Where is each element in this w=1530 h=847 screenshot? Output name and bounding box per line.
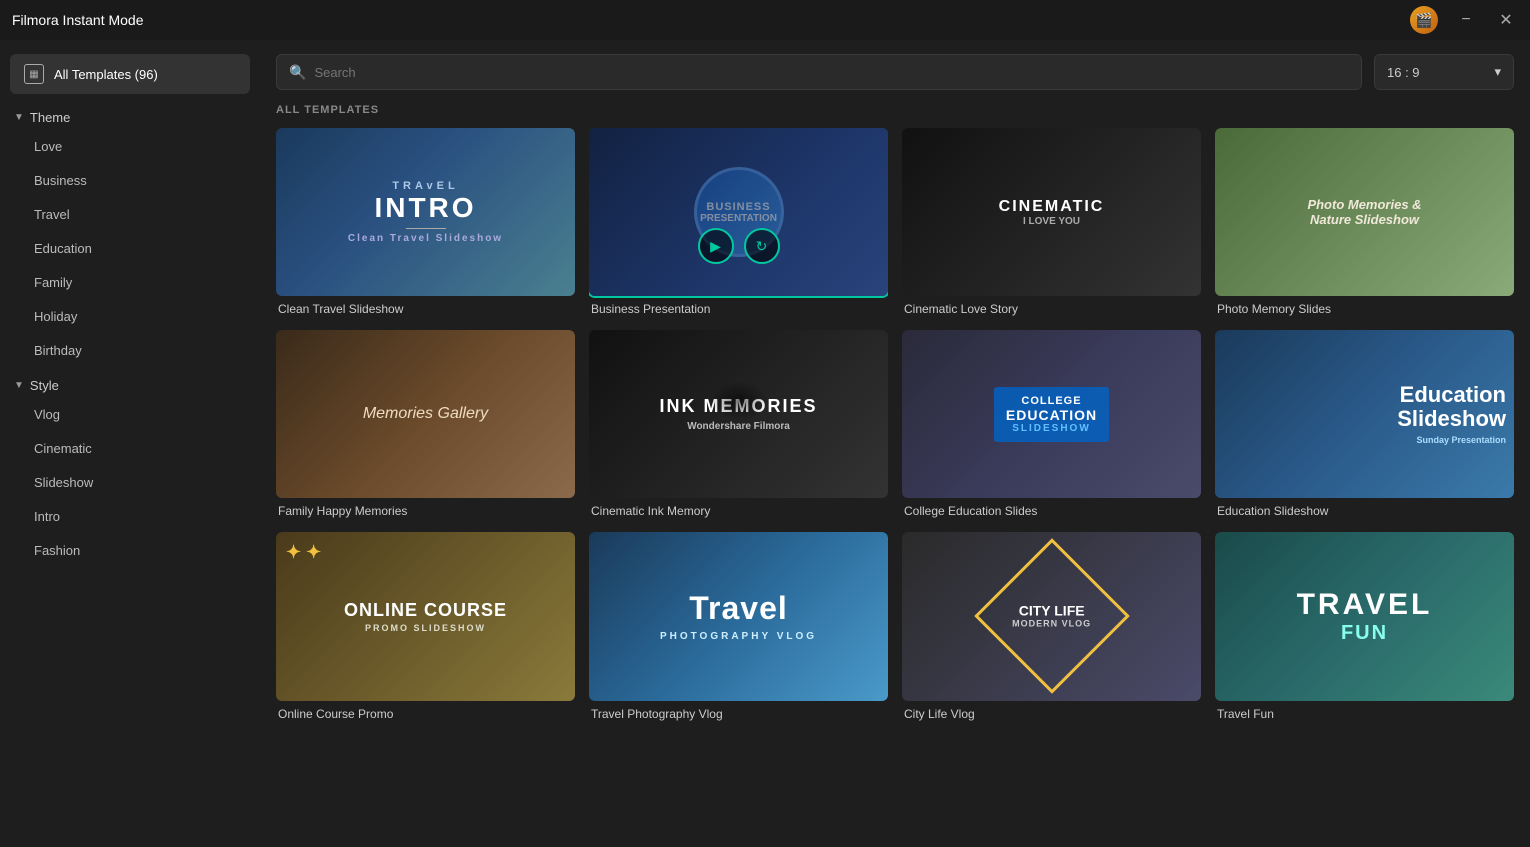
templates-icon: ▦ xyxy=(24,64,44,84)
theme-section-label: Theme xyxy=(30,110,70,125)
card-actions: ▶ ↻ xyxy=(698,228,780,264)
all-templates-button[interactable]: ▦ All Templates (96) xyxy=(10,54,250,94)
template-card-city-life[interactable]: CITY LIFE MODERN VLOG City Life Vlog xyxy=(902,532,1201,720)
template-card-online-course[interactable]: ✦ ✦ ONLINE COURSE PROMO SLIDESHOW Online… xyxy=(276,532,575,720)
sidebar: ▦ All Templates (96) ▼ Theme Love Busine… xyxy=(0,40,260,847)
sidebar-item-fashion[interactable]: Fashion xyxy=(6,534,254,567)
template-card-photo-memory[interactable]: Photo Memories &Nature Slideshow Photo M… xyxy=(1215,128,1514,316)
template-name-online-course: Online Course Promo xyxy=(276,707,575,721)
style-section-label: Style xyxy=(30,378,59,393)
app-title: Filmora Instant Mode xyxy=(12,12,144,28)
dropdown-chevron-icon: ▾ xyxy=(1494,64,1501,80)
filmora-icon: 🎬 xyxy=(1410,6,1438,34)
template-name-travel-photo: Travel Photography Vlog xyxy=(589,707,888,721)
thumbnail-city-life: CITY LIFE MODERN VLOG xyxy=(902,532,1201,700)
content-area: 🔍 16 : 9 ▾ ALL TEMPLATES TRAvEL INTRO xyxy=(260,40,1530,847)
search-bar[interactable]: 🔍 xyxy=(276,54,1362,90)
template-card-travel-fun[interactable]: TRAVEL FUN Travel Fun xyxy=(1215,532,1514,720)
template-card-edu-slideshow[interactable]: EducationSlideshow Sunday Presentation E… xyxy=(1215,330,1514,518)
template-name-photo-memory: Photo Memory Slides xyxy=(1215,302,1514,316)
template-name-family-happy: Family Happy Memories xyxy=(276,504,575,518)
thumbnail-travel-photo: Travel PHOTOGRAPHY VLOG xyxy=(589,532,888,700)
use-template-button[interactable]: ↻ xyxy=(744,228,780,264)
thumbnail-college-edu: COLLEGE EDUCATION SLIDESHOW xyxy=(902,330,1201,498)
window-controls: 🎬 − ✕ xyxy=(1410,0,1518,40)
search-icon: 🔍 xyxy=(289,64,306,81)
template-card-college-edu[interactable]: COLLEGE EDUCATION SLIDESHOW College Educ… xyxy=(902,330,1201,518)
sidebar-item-travel[interactable]: Travel xyxy=(6,198,254,231)
sidebar-item-vlog[interactable]: Vlog xyxy=(6,398,254,431)
style-arrow-icon: ▼ xyxy=(14,380,24,391)
thumbnail-clean-travel: TRAvEL INTRO Clean Travel Slideshow xyxy=(276,128,575,296)
template-name-city-life: City Life Vlog xyxy=(902,707,1201,721)
diamond-decoration: CITY LIFE MODERN VLOG xyxy=(974,539,1130,695)
thumbnail-travel-fun: TRAVEL FUN xyxy=(1215,532,1514,700)
aspect-ratio-value: 16 : 9 xyxy=(1387,65,1420,80)
titlebar: Filmora Instant Mode 🎬 − ✕ xyxy=(0,0,1530,40)
aspect-ratio-dropdown[interactable]: 16 : 9 ▾ xyxy=(1374,54,1514,90)
template-card-family-happy[interactable]: Memories Gallery Family Happy Memories xyxy=(276,330,575,518)
minimize-button[interactable]: − xyxy=(1454,8,1478,32)
template-name-college-edu: College Education Slides xyxy=(902,504,1201,518)
play-button[interactable]: ▶ xyxy=(698,228,734,264)
thumbnail-photo-memory: Photo Memories &Nature Slideshow xyxy=(1215,128,1514,296)
template-grid: TRAvEL INTRO Clean Travel Slideshow Clea… xyxy=(276,128,1514,721)
thumbnail-ink-memory: INK MEMORIES Wondershare Filmora xyxy=(589,330,888,498)
template-card-cinematic-love[interactable]: CINEMATIC I LOVE YOU Cinematic Love Stor… xyxy=(902,128,1201,316)
sidebar-item-business[interactable]: Business xyxy=(6,164,254,197)
template-name-edu-slideshow: Education Slideshow xyxy=(1215,504,1514,518)
all-templates-label: All Templates (96) xyxy=(54,67,158,82)
section-label: ALL TEMPLATES xyxy=(276,104,1514,116)
search-input[interactable] xyxy=(314,65,1349,80)
thumbnail-online-course: ✦ ✦ ONLINE COURSE PROMO SLIDESHOW xyxy=(276,532,575,700)
template-card-clean-travel[interactable]: TRAvEL INTRO Clean Travel Slideshow Clea… xyxy=(276,128,575,316)
thumbnail-edu-slideshow: EducationSlideshow Sunday Presentation xyxy=(1215,330,1514,498)
content-header: 🔍 16 : 9 ▾ xyxy=(276,54,1514,90)
template-card-business[interactable]: BUSINESS PRESENTATION ▶ ↻ Business Prese… xyxy=(589,128,888,316)
thumbnail-family-happy: Memories Gallery xyxy=(276,330,575,498)
sidebar-item-love[interactable]: Love xyxy=(6,130,254,163)
close-button[interactable]: ✕ xyxy=(1494,8,1518,32)
main-layout: ▦ All Templates (96) ▼ Theme Love Busine… xyxy=(0,40,1530,847)
thumbnail-cinematic-love: CINEMATIC I LOVE YOU xyxy=(902,128,1201,296)
sidebar-item-family[interactable]: Family xyxy=(6,266,254,299)
theme-section-header[interactable]: ▼ Theme xyxy=(0,100,260,129)
sidebar-item-cinematic[interactable]: Cinematic xyxy=(6,432,254,465)
template-card-ink-memory[interactable]: INK MEMORIES Wondershare Filmora Cinemat… xyxy=(589,330,888,518)
template-card-travel-photo[interactable]: Travel PHOTOGRAPHY VLOG Travel Photograp… xyxy=(589,532,888,720)
theme-arrow-icon: ▼ xyxy=(14,112,24,123)
template-name-clean-travel: Clean Travel Slideshow xyxy=(276,302,575,316)
template-name-travel-fun: Travel Fun xyxy=(1215,707,1514,721)
template-name-business: Business Presentation xyxy=(589,302,888,316)
sidebar-item-holiday[interactable]: Holiday xyxy=(6,300,254,333)
sidebar-item-intro[interactable]: Intro xyxy=(6,500,254,533)
template-name-ink-memory: Cinematic Ink Memory xyxy=(589,504,888,518)
sidebar-item-education[interactable]: Education xyxy=(6,232,254,265)
sidebar-item-slideshow[interactable]: Slideshow xyxy=(6,466,254,499)
sidebar-item-birthday[interactable]: Birthday xyxy=(6,334,254,367)
thumbnail-business: BUSINESS PRESENTATION ▶ ↻ xyxy=(589,128,888,296)
template-name-cinematic-love: Cinematic Love Story xyxy=(902,302,1201,316)
style-section-header[interactable]: ▼ Style xyxy=(0,368,260,397)
